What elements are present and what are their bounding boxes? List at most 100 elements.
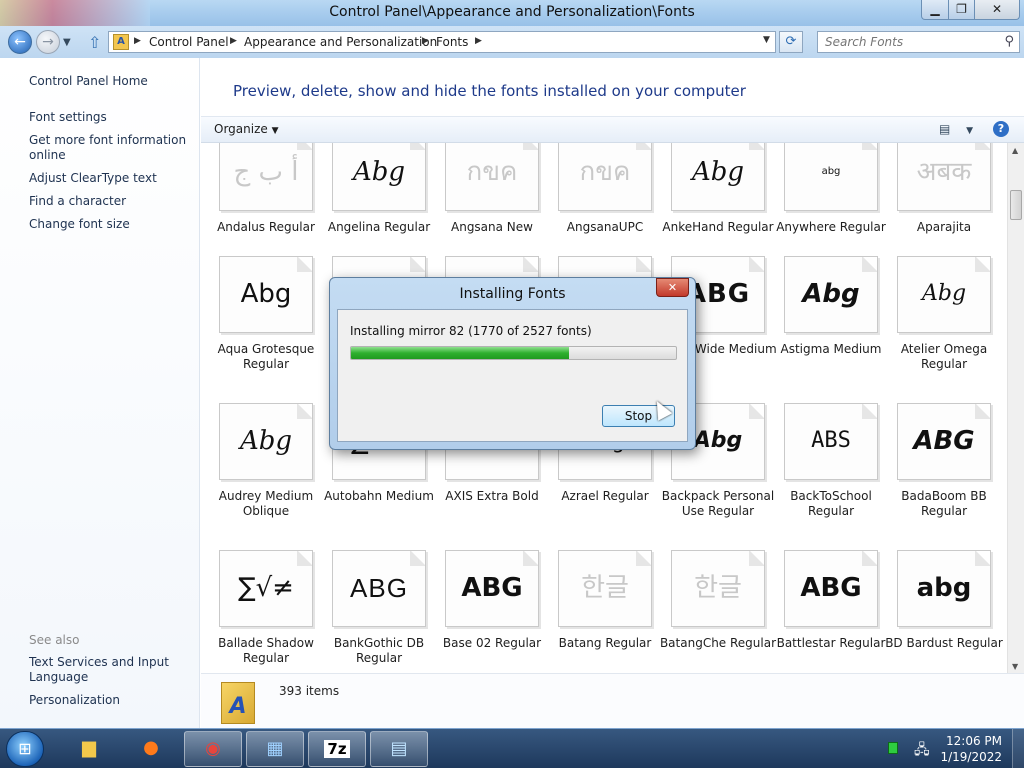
font-preview-icon: ∑√≠ [219, 550, 313, 627]
minimize-button[interactable]: ▁ [921, 0, 949, 20]
chevron-down-icon: ▼ [63, 37, 71, 48]
page-headline: Preview, delete, show and hide the fonts… [233, 82, 746, 100]
taskbar-chrome[interactable]: ◉ [184, 731, 242, 767]
breadcrumb-appearance[interactable]: Appearance and Personalization [244, 35, 437, 49]
7zip-icon: 7z [324, 740, 350, 758]
font-preview-glyph: ABS [811, 428, 851, 453]
font-preview-glyph: ABG [800, 573, 862, 603]
font-item[interactable]: ABS BackToSchool Regular [766, 403, 879, 543]
font-item[interactable]: Abg Atelier Omega Regular [879, 256, 992, 396]
font-preview-glyph: กขค [579, 157, 631, 187]
forward-arrow-icon: → [42, 34, 54, 50]
network-icon[interactable]: 🖧 [914, 739, 930, 763]
breadcrumb-separator-icon[interactable]: ▶ [134, 36, 141, 46]
font-item[interactable]: Abg Aqua Grotesque Regular [201, 256, 314, 396]
breadcrumb-fonts[interactable]: Fonts [436, 35, 468, 49]
breadcrumb-separator-icon[interactable]: ▶ [422, 36, 429, 46]
organize-label: Organize [214, 122, 268, 136]
font-preview-icon: अबक [897, 143, 991, 211]
font-settings-link[interactable]: Font settings [29, 110, 189, 125]
font-item[interactable]: Abg Audrey Medium Oblique [201, 403, 314, 543]
recent-pages-button[interactable]: ▼ [63, 37, 71, 48]
personalization-link[interactable]: Personalization [29, 693, 189, 708]
taskbar-task-manager[interactable]: ▤ [370, 731, 428, 767]
scroll-thumb[interactable] [1010, 190, 1022, 220]
font-name-label: Angelina Regular [327, 220, 431, 234]
font-item[interactable]: 한글 BatangChe Regular [653, 550, 776, 673]
font-item[interactable]: अबक Aparajita [879, 143, 992, 274]
control-panel-home-link[interactable]: Control Panel Home [29, 74, 189, 89]
search-input[interactable] [818, 32, 998, 52]
start-button[interactable]: ⊞ [6, 731, 44, 767]
forward-button[interactable]: → [36, 30, 60, 54]
font-preview-icon: Abg [897, 256, 991, 333]
font-name-label: Battlestar Regular [776, 636, 886, 650]
change-view-button[interactable]: ▤ ▼ [939, 122, 973, 136]
font-name-label: AngsanaUPC [566, 220, 644, 234]
taskbar-explorer[interactable]: ▆ [60, 731, 118, 767]
font-preview-icon: ABG [784, 550, 878, 627]
font-name-label: BD Bardust Regular [885, 636, 1003, 650]
vertical-scrollbar[interactable]: ▲ ▼ [1007, 143, 1024, 673]
show-desktop-button[interactable] [1012, 729, 1024, 768]
text-services-link[interactable]: Text Services and Input Language [29, 655, 169, 685]
font-item[interactable]: abg Anywhere Regular [766, 143, 886, 274]
clock-date[interactable]: 1/19/2022 [932, 750, 1002, 764]
font-item[interactable]: Abg AnkeHand Regular [653, 143, 774, 274]
font-item[interactable]: ABG BankGothic DB Regular [314, 550, 427, 673]
font-preview-icon: abg [897, 550, 991, 627]
clock-time[interactable]: 12:06 PM [932, 734, 1002, 748]
adjust-cleartype-link[interactable]: Adjust ClearType text [29, 171, 189, 186]
breadcrumb-separator-icon[interactable]: ▶ [475, 36, 482, 46]
font-name-label: Aqua Grotesque Regular [217, 342, 315, 371]
file-explorer-icon: ▆ [82, 737, 96, 758]
breadcrumb-separator-icon[interactable]: ▶ [230, 36, 237, 46]
font-item[interactable]: ABG BadaBoom BB Regular [879, 403, 992, 543]
change-font-size-link[interactable]: Change font size [29, 217, 189, 232]
help-button[interactable]: ? [993, 121, 1009, 137]
dialog-close-button[interactable]: ✕ [656, 278, 689, 297]
find-character-link[interactable]: Find a character [29, 194, 189, 209]
address-dropdown[interactable]: ▼ [763, 35, 770, 45]
minimize-icon: ▁ [930, 2, 940, 16]
taskbar-control-panel[interactable]: ▦ [246, 731, 304, 767]
back-arrow-icon: ← [14, 34, 26, 50]
search-box[interactable]: ⚲ [817, 31, 1020, 53]
font-name-label: Backpack Personal Use Regular [661, 489, 775, 518]
breadcrumb-control-panel[interactable]: Control Panel [149, 35, 229, 49]
font-item[interactable]: กขค Angsana New [427, 143, 540, 274]
font-item[interactable]: กขค AngsanaUPC [540, 143, 653, 274]
chevron-down-icon: ▼ [763, 35, 770, 45]
font-preview-icon: กขค [445, 143, 539, 211]
search-icon[interactable]: ⚲ [1004, 34, 1014, 49]
scroll-up-icon[interactable]: ▲ [1012, 146, 1018, 155]
refresh-icon: ⟳ [785, 34, 797, 49]
up-button[interactable]: ⇧ [88, 33, 101, 52]
taskbar-7zip[interactable]: 7z [308, 731, 366, 767]
address-bar[interactable]: A ▶ Control Panel ▶ Appearance and Perso… [108, 31, 776, 53]
font-item[interactable]: أ ب ج Andalus Regular [201, 143, 315, 274]
font-item[interactable]: 한글 Batang Regular [540, 550, 653, 673]
title-bar[interactable]: Control Panel\Appearance and Personaliza… [0, 0, 1024, 26]
organize-button[interactable]: Organize ▼ [214, 122, 279, 136]
taskbar-firefox[interactable]: ● [122, 731, 180, 767]
more-font-info-link[interactable]: Get more font information online [29, 133, 189, 163]
font-item[interactable]: ABG Base 02 Regular [427, 550, 541, 673]
refresh-button[interactable]: ⟳ [779, 31, 803, 53]
font-preview-glyph: ABG [350, 573, 408, 603]
font-item[interactable]: ∑√≠ Ballade Shadow Regular [201, 550, 314, 673]
back-button[interactable]: ← [8, 30, 32, 54]
font-item[interactable]: abg BD Bardust Regular [879, 550, 1003, 673]
font-name-label: BatangChe Regular [659, 636, 777, 650]
close-button[interactable]: ✕ [974, 0, 1020, 20]
font-item[interactable]: Abg Angelina Regular [314, 143, 430, 274]
tray-app-icon[interactable] [888, 742, 898, 754]
windows-logo-icon: ⊞ [18, 739, 32, 758]
close-icon: ✕ [991, 2, 1003, 16]
font-item[interactable]: Abg Astigma Medium [766, 256, 881, 396]
font-name-label: AnkeHand Regular [662, 220, 774, 234]
font-item[interactable]: ABG Battlestar Regular [766, 550, 885, 673]
restore-button[interactable]: ❐ [948, 0, 975, 20]
scroll-down-icon[interactable]: ▼ [1012, 662, 1018, 671]
firefox-icon: ● [143, 737, 159, 758]
